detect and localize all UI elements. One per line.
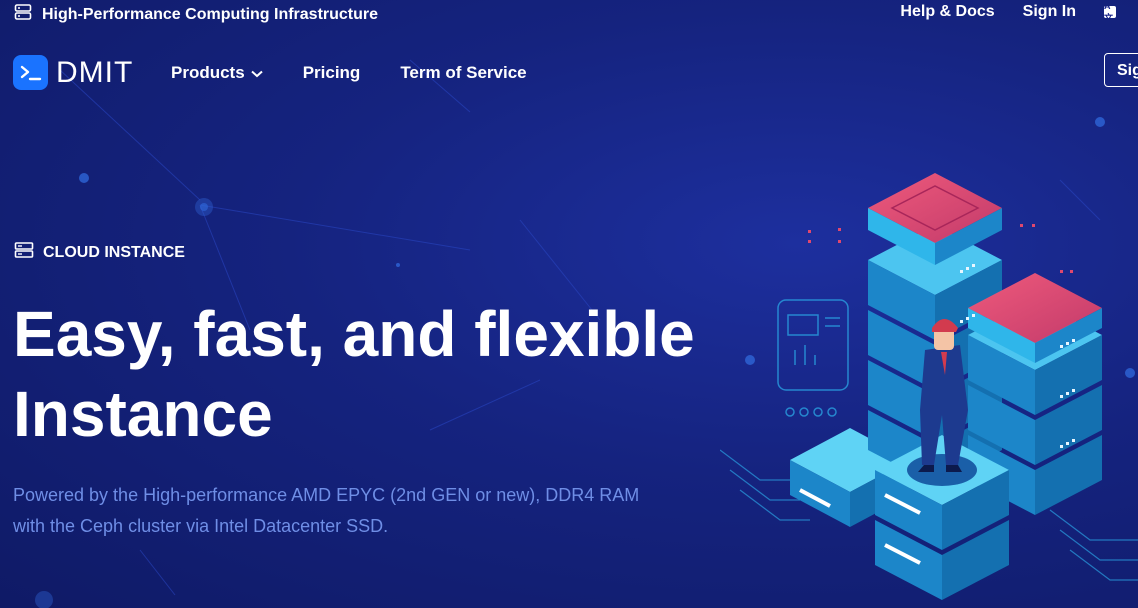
hero-description-line2: with the Ceph cluster via Intel Datacent… [13,516,389,536]
nav-item-label: Products [171,63,245,82]
server-stack-illustration [720,173,1138,600]
nav-menu: Products Pricing Term of Service [171,63,527,83]
top-bar: High-Performance Computing Infrastructur… [0,0,1138,26]
server-icon [14,241,34,264]
nav-item-products[interactable]: Products [171,63,263,83]
top-bar-links: Help & Docs Sign In A文 [900,3,1138,21]
hero-headline-line2: Instance [13,378,273,450]
hero-description: Powered by the High-performance AMD EPYC… [13,480,713,542]
hero-description-line1: Powered by the High-performance AMD EPYC… [13,485,640,505]
logo-text: DMIT [56,55,134,89]
translate-icon: A文 [1104,6,1116,18]
nav-item-label: Term of Service [400,63,527,82]
server-icon [14,3,32,26]
top-bar-title: High-Performance Computing Infrastructur… [42,5,379,23]
hero-eyebrow-label: CLOUD INSTANCE [43,243,185,261]
logo[interactable]: DMIT [13,55,133,90]
sign-up-button[interactable]: Sig [1104,53,1138,87]
hero-eyebrow: CLOUD INSTANCE [14,241,185,264]
language-switcher[interactable]: A文 [1104,6,1138,18]
nav-item-label: Pricing [302,63,361,82]
terminal-icon [13,55,48,90]
main-nav: DMIT Products Pricing Term of Service Si… [0,50,1138,94]
chevron-down-icon [251,63,263,83]
top-bar-brand: High-Performance Computing Infrastructur… [14,3,378,26]
hero-headline: Easy, fast, and flexible Instance [13,294,713,454]
hero-headline-line1: Easy, fast, and flexible [13,298,695,370]
nav-item-pricing[interactable]: Pricing [303,63,361,83]
help-docs-link[interactable]: Help & Docs [900,3,994,21]
sign-in-link[interactable]: Sign In [1023,3,1076,21]
nav-item-term-of-service[interactable]: Term of Service [400,63,526,83]
